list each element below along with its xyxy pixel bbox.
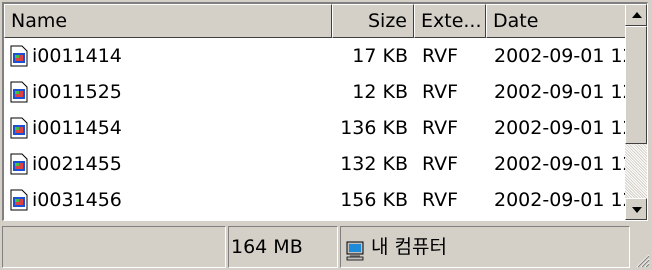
file-extension: RVF bbox=[422, 117, 459, 139]
file-size: 156 KB bbox=[340, 189, 408, 211]
file-rows: i0011414 17 KB RVF 2002-09-01 12... i001… bbox=[4, 38, 648, 218]
my-computer-icon bbox=[345, 236, 367, 261]
file-list[interactable]: Name Size Exte... Date i0011414 17 KB RV… bbox=[2, 2, 648, 221]
column-header-extension[interactable]: Exte... bbox=[414, 4, 486, 38]
scroll-up-button[interactable] bbox=[625, 4, 647, 26]
file-extension: RVF bbox=[422, 45, 459, 67]
file-name: i0031456 bbox=[32, 189, 122, 211]
status-panel-left bbox=[2, 226, 226, 268]
status-location-panel: 내 컴퓨터 bbox=[340, 226, 630, 268]
rvf-file-icon bbox=[10, 189, 28, 211]
file-date: 2002-09-01 12... bbox=[494, 153, 648, 175]
file-row[interactable]: i0011414 17 KB RVF 2002-09-01 12... bbox=[4, 38, 648, 74]
column-header-date[interactable]: Date bbox=[486, 4, 628, 38]
file-row[interactable]: i0011454 136 KB RVF 2002-09-01 12... bbox=[4, 110, 648, 146]
resize-grip-icon[interactable] bbox=[634, 252, 650, 268]
file-name-cell: i0021455 bbox=[4, 146, 332, 182]
file-row[interactable]: i0031456 156 KB RVF 2002-09-01 12... bbox=[4, 182, 648, 218]
file-name-cell: i0011525 bbox=[4, 74, 332, 110]
file-extension: RVF bbox=[422, 153, 459, 175]
arrow-down-icon bbox=[632, 207, 642, 213]
column-header-bar: Name Size Exte... Date bbox=[4, 4, 628, 38]
file-row[interactable]: i0011525 12 KB RVF 2002-09-01 12... bbox=[4, 74, 648, 110]
file-row[interactable]: i0021455 132 KB RVF 2002-09-01 12... bbox=[4, 146, 648, 182]
file-size: 132 KB bbox=[340, 153, 408, 175]
vertical-scrollbar[interactable] bbox=[625, 4, 647, 220]
file-date: 2002-09-01 12... bbox=[494, 189, 648, 211]
column-header-size[interactable]: Size bbox=[332, 4, 414, 38]
status-location: 내 컴퓨터 bbox=[371, 236, 447, 258]
rvf-file-icon bbox=[10, 45, 28, 67]
file-date: 2002-09-01 12... bbox=[494, 117, 648, 139]
file-size: 12 KB bbox=[352, 81, 408, 103]
rvf-file-icon bbox=[10, 153, 28, 175]
file-name-cell: i0011414 bbox=[4, 38, 332, 74]
scroll-down-button[interactable] bbox=[625, 198, 647, 220]
file-extension: RVF bbox=[422, 189, 459, 211]
status-bar: 164 MB 내 컴퓨터 bbox=[0, 223, 652, 270]
file-date: 2002-09-01 12... bbox=[494, 45, 648, 67]
file-name: i0011414 bbox=[32, 45, 122, 67]
file-extension: RVF bbox=[422, 81, 459, 103]
arrow-up-icon bbox=[632, 12, 642, 18]
file-name: i0011454 bbox=[32, 117, 122, 139]
file-name-cell: i0011454 bbox=[4, 110, 332, 146]
rvf-file-icon bbox=[10, 117, 28, 139]
file-name: i0021455 bbox=[32, 153, 122, 175]
file-date: 2002-09-01 12... bbox=[494, 81, 648, 103]
file-name: i0011525 bbox=[32, 81, 122, 103]
file-size: 17 KB bbox=[352, 45, 408, 67]
scroll-thumb[interactable] bbox=[625, 26, 647, 144]
status-size-total: 164 MB bbox=[228, 226, 338, 268]
column-header-name[interactable]: Name bbox=[4, 4, 332, 38]
rvf-file-icon bbox=[10, 81, 28, 103]
file-size: 136 KB bbox=[340, 117, 408, 139]
file-name-cell: i0031456 bbox=[4, 182, 332, 218]
